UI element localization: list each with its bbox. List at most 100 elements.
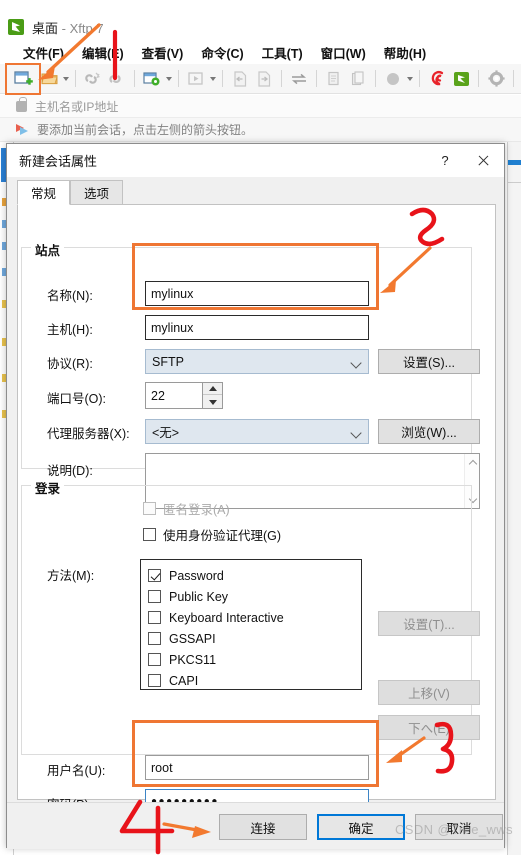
transfer-run-dropdown-caret[interactable] — [210, 76, 216, 81]
proxy-row: 代理服务器(X): — [47, 423, 130, 442]
method-gssapi-checkbox[interactable] — [148, 632, 161, 645]
username-row: 用户名(U): — [47, 760, 105, 779]
username-input[interactable]: root — [145, 755, 369, 780]
menu-tools[interactable]: 工具(T) — [253, 41, 312, 64]
menu-view[interactable]: 查看(V) — [133, 41, 193, 64]
port-value: 22 — [151, 388, 165, 403]
window-title-doc: 桌面 — [32, 20, 59, 36]
use-auth-agent-checkbox-row[interactable]: 使用身份验证代理(G) — [143, 525, 281, 544]
upload-button[interactable] — [229, 68, 251, 90]
xshell-icon — [431, 70, 444, 86]
open-folder-dropdown-caret[interactable] — [63, 76, 69, 81]
port-increment-button[interactable] — [203, 383, 222, 395]
toolbar-separator-1 — [75, 70, 76, 87]
hint-text: 要添加当前会话，点击左侧的箭头按钮。 — [37, 123, 254, 137]
session-settings-button[interactable] — [141, 68, 163, 90]
dialog-close-button[interactable] — [462, 144, 504, 177]
session-name-input[interactable]: mylinux — [145, 281, 369, 306]
method-publickey-checkbox[interactable] — [148, 590, 161, 603]
options-gear-icon — [487, 70, 505, 87]
use-auth-agent-label: 使用身份验证代理(G) — [163, 529, 282, 543]
pane-divider — [508, 182, 521, 183]
login-group-label: 登录 — [31, 478, 65, 497]
list-item[interactable]: Public Key — [148, 586, 361, 607]
view-mode-button[interactable] — [382, 68, 404, 90]
connect-button[interactable]: 连接 — [219, 814, 307, 840]
move-up-button[interactable]: 上移(V) — [378, 680, 480, 705]
window-title-sep: - — [58, 20, 70, 36]
auth-method-list[interactable]: Password Public Key Keyboard Interactive… — [140, 559, 362, 690]
list-item[interactable]: CAPI — [148, 670, 361, 691]
proxy-label: 代理服务器(X): — [47, 427, 130, 441]
anonymous-login-checkbox[interactable] — [143, 502, 156, 515]
method-keyboard-interactive-checkbox[interactable] — [148, 611, 161, 624]
lock-icon — [16, 96, 27, 112]
list-item[interactable]: PKCS11 — [148, 649, 361, 670]
method-capi-checkbox[interactable] — [148, 674, 161, 687]
connect-icon — [109, 74, 121, 83]
xftp-button[interactable] — [450, 68, 472, 90]
scroll-up-button[interactable] — [465, 456, 480, 471]
toolbar-separator-10 — [513, 70, 514, 87]
dialog-titlebar: 新建会话属性 ? — [7, 144, 504, 177]
username-label: 用户名(U): — [47, 764, 106, 778]
menu-command[interactable]: 命令(C) — [192, 41, 252, 64]
proxy-value: <无> — [152, 426, 180, 440]
copy-button[interactable] — [323, 68, 345, 90]
list-item[interactable]: Password — [148, 565, 361, 586]
list-item[interactable]: GSSAPI — [148, 628, 361, 649]
proxy-browse-button[interactable]: 浏览(W)... — [378, 419, 480, 444]
transfer-run-button[interactable] — [185, 68, 207, 90]
options-gear-button[interactable] — [485, 68, 507, 90]
hint-bar: 要添加当前会话，点击左侧的箭头按钮。 — [0, 118, 521, 142]
tab-options[interactable]: 选项 — [70, 180, 124, 205]
toolbar-separator-4 — [222, 70, 223, 87]
address-bar[interactable]: 主机名或IP地址 — [0, 95, 521, 118]
disconnect-icon — [85, 72, 100, 84]
menu-help[interactable]: 帮助(H) — [375, 41, 435, 64]
ok-button[interactable]: 确定 — [317, 814, 405, 840]
download-button[interactable] — [253, 68, 275, 90]
transfer-run-icon — [188, 72, 203, 85]
method-pkcs11-checkbox[interactable] — [148, 653, 161, 666]
disconnect-button[interactable] — [82, 68, 104, 90]
host-label: 主机(H): — [47, 323, 93, 337]
menu-edit[interactable]: 编辑(E) — [73, 41, 133, 64]
list-item[interactable]: Keyboard Interactive — [148, 607, 361, 628]
paste-button[interactable] — [347, 68, 369, 90]
method-label: 方法(M): — [47, 569, 95, 583]
proxy-select[interactable]: <无> — [145, 419, 369, 444]
port-row: 端口号(O): — [47, 388, 106, 407]
window-title: 桌面 - Xftp 7 — [32, 18, 104, 37]
move-down-button[interactable]: 下へ(E) — [378, 715, 480, 740]
xftp-app-icon — [8, 19, 24, 35]
window-titlebar: 桌面 - Xftp 7 — [0, 14, 521, 40]
tab-general[interactable]: 常规 — [17, 180, 71, 205]
protocol-settings-button[interactable]: 设置(S)... — [378, 349, 480, 374]
port-decrement-button[interactable] — [203, 396, 222, 408]
protocol-select[interactable]: SFTP — [145, 349, 369, 374]
open-folder-button[interactable] — [38, 68, 60, 90]
connect-button[interactable] — [106, 68, 128, 90]
use-auth-agent-checkbox[interactable] — [143, 528, 156, 541]
port-spinner-buttons[interactable] — [202, 383, 222, 408]
dialog-help-button[interactable]: ? — [428, 144, 462, 177]
view-mode-dropdown-caret[interactable] — [407, 76, 413, 81]
host-row: 主机(H): — [47, 319, 93, 338]
method-password-checkbox[interactable] — [148, 569, 161, 582]
port-stepper[interactable]: 22 — [145, 382, 223, 409]
host-input[interactable]: mylinux — [145, 315, 369, 340]
menu-file[interactable]: 文件(F) — [14, 41, 73, 64]
new-session-button[interactable] — [5, 62, 41, 95]
anonymous-login-checkbox-row[interactable]: 匿名登录(A) — [143, 499, 230, 518]
session-settings-dropdown-caret[interactable] — [166, 76, 172, 81]
method-settings-button[interactable]: 设置(T)... — [378, 611, 480, 636]
session-name-value: mylinux — [151, 286, 194, 301]
xshell-button[interactable] — [426, 68, 448, 90]
arrow-flag-icon — [16, 123, 29, 136]
menu-window[interactable]: 窗口(W) — [312, 41, 375, 64]
sync-button[interactable] — [288, 68, 310, 90]
method-capi-label: CAPI — [169, 673, 199, 688]
menu-bar: 文件(F) 编辑(E) 查看(V) 命令(C) 工具(T) 窗口(W) 帮助(H… — [0, 40, 521, 64]
copy-icon — [328, 71, 339, 85]
